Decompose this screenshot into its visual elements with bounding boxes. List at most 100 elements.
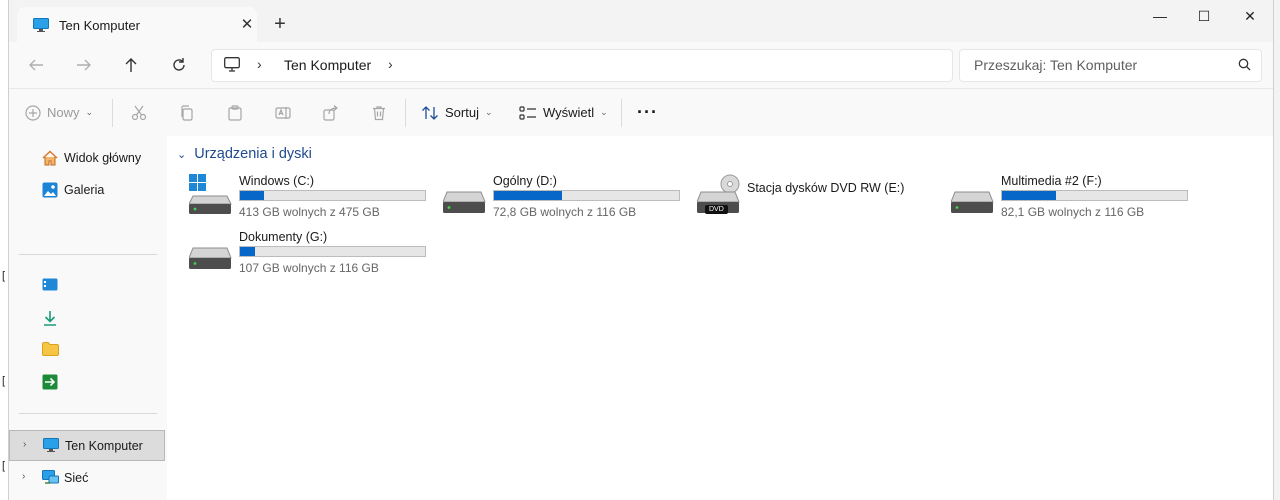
minimize-button[interactable]: — bbox=[1137, 0, 1183, 32]
breadcrumb-this-pc[interactable]: Ten Komputer bbox=[284, 57, 371, 73]
monitor-icon bbox=[43, 438, 59, 455]
gallery-icon bbox=[42, 182, 58, 201]
search-icon[interactable] bbox=[1238, 58, 1251, 74]
sidebar-item-this-pc[interactable]: › Ten Komputer bbox=[9, 430, 165, 461]
navigation-bar: › Ten Komputer › Przeszukaj: Ten Kompute… bbox=[9, 42, 1273, 88]
cut-button[interactable] bbox=[131, 89, 147, 136]
copy-button[interactable] bbox=[179, 89, 195, 136]
sidebar-item-home[interactable]: Widok główny bbox=[9, 143, 165, 173]
chevron-down-icon: ⌄ bbox=[600, 107, 608, 117]
sidebar-item-label: Widok główny bbox=[64, 151, 142, 165]
arrow-right-icon bbox=[77, 59, 91, 71]
tab-title: Ten Komputer bbox=[59, 18, 140, 33]
desktop-edge: [ [ [ bbox=[0, 0, 8, 500]
share-icon bbox=[323, 104, 338, 121]
sidebar-item-folder[interactable] bbox=[9, 335, 165, 365]
drive-free-space: 82,1 GB wolnych z 116 GB bbox=[1001, 205, 1145, 219]
drive-usage-bar bbox=[493, 190, 680, 201]
hard-drive-icon bbox=[951, 191, 994, 213]
drive-usage-bar bbox=[239, 246, 426, 257]
drive-usage-fill bbox=[494, 191, 563, 200]
sidebar-item-gallery[interactable]: Galeria bbox=[9, 175, 165, 205]
paste-button[interactable] bbox=[227, 89, 243, 136]
back-button[interactable] bbox=[21, 52, 51, 78]
chevron-right-icon[interactable]: › bbox=[257, 56, 262, 72]
close-window-button[interactable]: ✕ bbox=[1227, 0, 1273, 32]
sidebar-item-label: Sieć bbox=[64, 471, 89, 485]
maximize-button[interactable]: ☐ bbox=[1181, 0, 1227, 32]
hard-drive-icon bbox=[189, 247, 232, 269]
sidebar-item-desktop[interactable] bbox=[9, 271, 165, 301]
new-label: Nowy bbox=[47, 105, 80, 120]
drive-name: Multimedia #2 (F:) bbox=[1001, 174, 1102, 188]
divider bbox=[19, 413, 157, 414]
drive-free-space: 72,8 GB wolnych z 116 GB bbox=[493, 205, 637, 219]
clipboard-icon bbox=[228, 104, 242, 121]
drive-name: Ogólny (D:) bbox=[493, 174, 557, 188]
sort-button[interactable]: Sortuj ⌄ bbox=[421, 89, 493, 136]
desktop-fragment: [ bbox=[2, 375, 6, 387]
up-button[interactable] bbox=[116, 52, 146, 78]
tab-close-icon[interactable]: ✕ bbox=[237, 15, 257, 35]
scissors-icon bbox=[131, 105, 147, 120]
drive-item[interactable]: DVD Stacja dysków DVD RW (E:) bbox=[697, 172, 947, 222]
chevron-right-icon[interactable]: › bbox=[23, 439, 26, 450]
windows-drive-icon bbox=[189, 174, 232, 214]
chevron-down-icon[interactable]: ⌄ bbox=[177, 148, 186, 161]
more-options-button[interactable]: ··· bbox=[637, 89, 658, 136]
view-label: Wyświetl bbox=[543, 105, 595, 120]
desktop-fragment: [ bbox=[2, 270, 6, 282]
trash-icon bbox=[373, 105, 385, 120]
divider bbox=[621, 99, 622, 127]
title-bar: Ten Komputer ✕ + — ☐ ✕ bbox=[9, 0, 1273, 42]
chevron-down-icon: ⌄ bbox=[85, 107, 94, 117]
monitor-icon bbox=[33, 18, 49, 35]
drive-name: Dokumenty (G:) bbox=[239, 230, 328, 244]
divider bbox=[19, 254, 157, 255]
drive-item[interactable]: Multimedia #2 (F:) 82,1 GB wolnych z 116… bbox=[951, 172, 1201, 222]
sidebar-item-shortcut[interactable] bbox=[9, 367, 165, 397]
chevron-down-icon: ⌄ bbox=[484, 107, 493, 117]
monitor-outline-icon bbox=[224, 57, 240, 75]
rename-icon bbox=[275, 106, 291, 119]
sort-icon bbox=[422, 105, 438, 120]
drive-free-space: 107 GB wolnych z 116 GB bbox=[239, 261, 379, 275]
delete-button[interactable] bbox=[371, 89, 387, 136]
chevron-right-icon[interactable]: › bbox=[22, 471, 25, 482]
drive-usage-fill bbox=[240, 191, 265, 200]
address-bar[interactable]: › Ten Komputer › bbox=[211, 49, 953, 82]
sidebar-item-downloads[interactable] bbox=[9, 303, 165, 333]
download-icon bbox=[42, 310, 58, 329]
rename-button[interactable] bbox=[275, 89, 291, 136]
drive-item[interactable]: Windows (C:) 413 GB wolnych z 475 GB bbox=[189, 172, 439, 222]
sidebar-item-label: Galeria bbox=[64, 183, 105, 197]
drive-name: Windows (C:) bbox=[239, 174, 315, 188]
drive-usage-fill bbox=[1002, 191, 1056, 200]
content-area: ⌄ Urządzenia i dyski Windows (C:) 413 GB… bbox=[167, 136, 1273, 500]
dvd-badge: DVD bbox=[705, 205, 728, 214]
chevron-right-icon[interactable]: › bbox=[388, 56, 393, 72]
search-placeholder: Przeszukaj: Ten Komputer bbox=[974, 57, 1138, 73]
navigation-pane: Widok główny Galeria › Ten Komputer › Si… bbox=[9, 136, 167, 500]
sidebar-item-network[interactable]: › Sieć bbox=[9, 463, 165, 493]
drive-item[interactable]: Dokumenty (G:) 107 GB wolnych z 116 GB bbox=[189, 228, 439, 278]
view-button[interactable]: Wyświetl ⌄ bbox=[519, 89, 608, 136]
drive-name: Stacja dysków DVD RW (E:) bbox=[747, 181, 905, 195]
home-icon bbox=[42, 150, 58, 169]
group-header[interactable]: ⌄ Urządzenia i dyski bbox=[177, 146, 312, 162]
search-box[interactable]: Przeszukaj: Ten Komputer bbox=[959, 49, 1262, 82]
sort-label: Sortuj bbox=[445, 105, 479, 120]
drive-item[interactable]: Ogólny (D:) 72,8 GB wolnych z 116 GB bbox=[443, 172, 693, 222]
share-button[interactable] bbox=[323, 89, 339, 136]
file-explorer-window: Ten Komputer ✕ + — ☐ ✕ › Ten Komputer › bbox=[8, 0, 1274, 500]
view-list-icon bbox=[519, 105, 536, 120]
forward-button[interactable] bbox=[69, 52, 99, 78]
arrow-left-icon bbox=[29, 59, 43, 71]
new-button[interactable]: Nowy ⌄ bbox=[25, 89, 93, 136]
tab-this-pc[interactable]: Ten Komputer ✕ bbox=[17, 7, 257, 42]
copy-icon bbox=[181, 104, 193, 121]
refresh-button[interactable] bbox=[164, 52, 194, 78]
shortcut-arrow-icon bbox=[42, 374, 58, 393]
new-tab-button[interactable]: + bbox=[267, 12, 293, 36]
command-bar: Nowy ⌄ Sortuj ⌄ Wyświetl ⌄ ··· bbox=[9, 88, 1273, 137]
